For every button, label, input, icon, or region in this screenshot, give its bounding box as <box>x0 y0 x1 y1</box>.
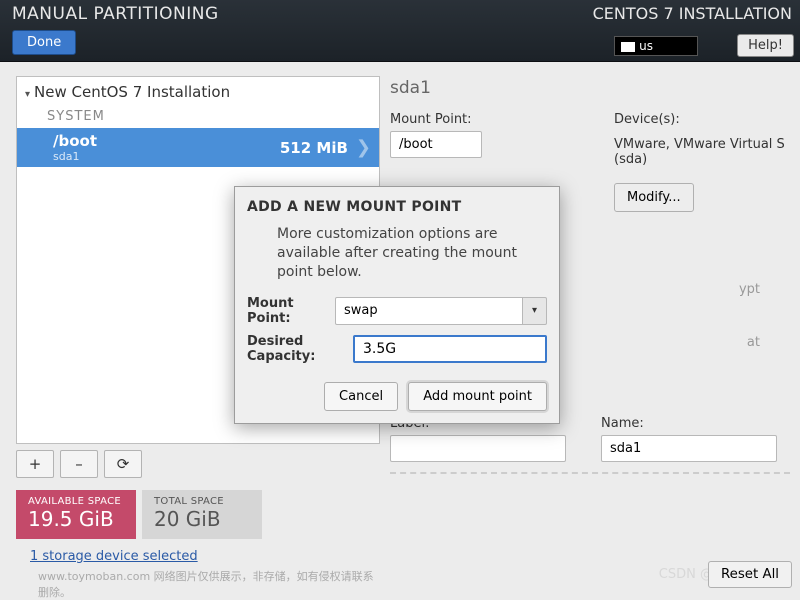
done-button[interactable]: Done <box>12 30 76 55</box>
chevron-right-icon: ❯ <box>356 139 371 157</box>
storage-devices-link[interactable]: 1 storage device selected <box>30 549 198 564</box>
detail-device-header: sda1 <box>390 78 790 98</box>
keyboard-icon <box>621 42 635 52</box>
format-ghost: at <box>614 335 790 350</box>
keyboard-layout-label: us <box>639 39 653 53</box>
reset-all-button[interactable]: Reset All <box>708 561 792 588</box>
help-button[interactable]: Help! <box>737 34 794 57</box>
name-label: Name: <box>601 416 790 431</box>
installer-title: CENTOS 7 INSTALLATION <box>593 4 792 23</box>
dialog-mount-point-input[interactable] <box>335 297 523 325</box>
partition-mount: /boot <box>53 132 97 150</box>
reload-partitions-button[interactable]: ⟳ <box>104 450 142 478</box>
divider <box>390 472 790 474</box>
dialog-cancel-button[interactable]: Cancel <box>324 382 398 411</box>
partition-size: 512 MiB <box>280 139 348 157</box>
tree-installation-header[interactable]: New CentOS 7 Installation <box>17 77 379 107</box>
dialog-mount-point-label: Mount Point: <box>247 296 335 326</box>
top-header: MANUAL PARTITIONING CENTOS 7 INSTALLATIO… <box>0 0 800 62</box>
dialog-add-button[interactable]: Add mount point <box>408 382 547 411</box>
keyboard-layout-selector[interactable]: us <box>614 36 698 56</box>
partition-device: sda1 <box>53 150 97 163</box>
watermark-footnote: www.toymoban.com 网络图片仅供展示，非存储，如有侵权请联系删除。 <box>38 568 380 600</box>
mount-point-label: Mount Point: <box>390 112 580 127</box>
modify-devices-button[interactable]: Modify... <box>614 183 694 212</box>
devices-label: Device(s): <box>614 112 790 127</box>
dialog-capacity-input[interactable] <box>353 335 547 363</box>
mount-point-input[interactable] <box>390 131 482 158</box>
dialog-mount-point-dropdown[interactable]: ▾ <box>523 297 547 325</box>
partition-row-selected[interactable]: /boot sda1 512 MiB ❯ <box>17 128 379 167</box>
tree-system-label: SYSTEM <box>17 107 379 128</box>
encrypt-ghost: ypt <box>614 282 790 297</box>
remove-partition-button[interactable]: – <box>60 450 98 478</box>
add-partition-button[interactable]: + <box>16 450 54 478</box>
total-space-box: TOTAL SPACE 20 GiB <box>142 490 262 539</box>
devices-value: VMware, VMware Virtual S (sda) <box>614 137 790 167</box>
label-input[interactable] <box>390 435 566 462</box>
available-space-box: AVAILABLE SPACE 19.5 GiB <box>16 490 136 539</box>
name-input[interactable] <box>601 435 777 462</box>
add-mount-point-dialog: ADD A NEW MOUNT POINT More customization… <box>234 186 560 424</box>
dialog-capacity-label: Desired Capacity: <box>247 334 353 364</box>
dialog-title: ADD A NEW MOUNT POINT <box>247 199 547 215</box>
dialog-description: More customization options are available… <box>277 225 547 282</box>
